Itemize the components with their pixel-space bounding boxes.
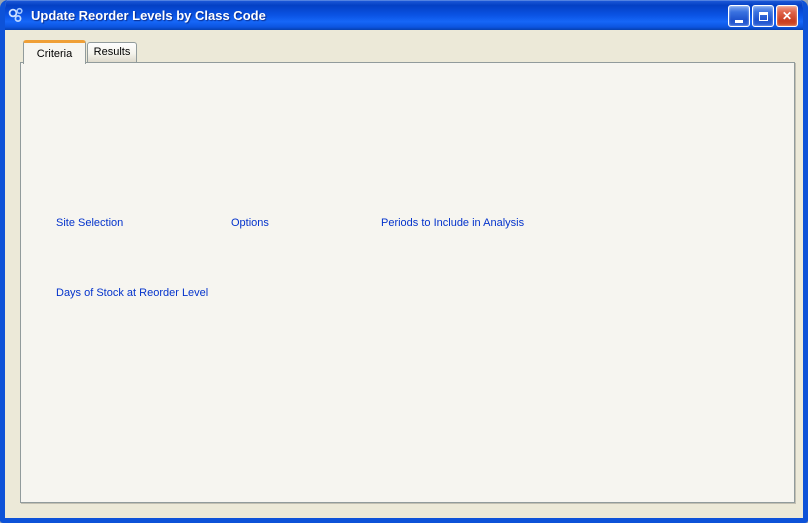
options-title: Options — [228, 217, 272, 229]
close-button[interactable]: ✕ — [776, 5, 798, 27]
close-icon: ✕ — [782, 9, 792, 23]
title-bar[interactable]: Update Reorder Levels by Class Code ✕ — [0, 0, 808, 30]
tab-results[interactable]: Results — [87, 42, 137, 62]
site-selection-title: Site Selection — [53, 217, 126, 229]
minimize-button[interactable] — [728, 5, 750, 27]
dialog-window: Update Reorder Levels by Class Code ✕ Re… — [0, 0, 808, 523]
days-of-stock-title: Days of Stock at Reorder Level — [53, 287, 211, 299]
maximize-button[interactable] — [752, 5, 774, 27]
minimize-icon — [735, 20, 743, 23]
window-controls: ✕ — [728, 5, 798, 27]
criteria-tab-page — [20, 62, 795, 503]
app-icon — [8, 7, 25, 24]
periods-title: Periods to Include in Analysis — [378, 217, 527, 229]
window-title: Update Reorder Levels by Class Code — [31, 8, 266, 23]
maximize-icon — [759, 12, 768, 21]
tab-criteria[interactable]: Criteria — [23, 40, 86, 64]
